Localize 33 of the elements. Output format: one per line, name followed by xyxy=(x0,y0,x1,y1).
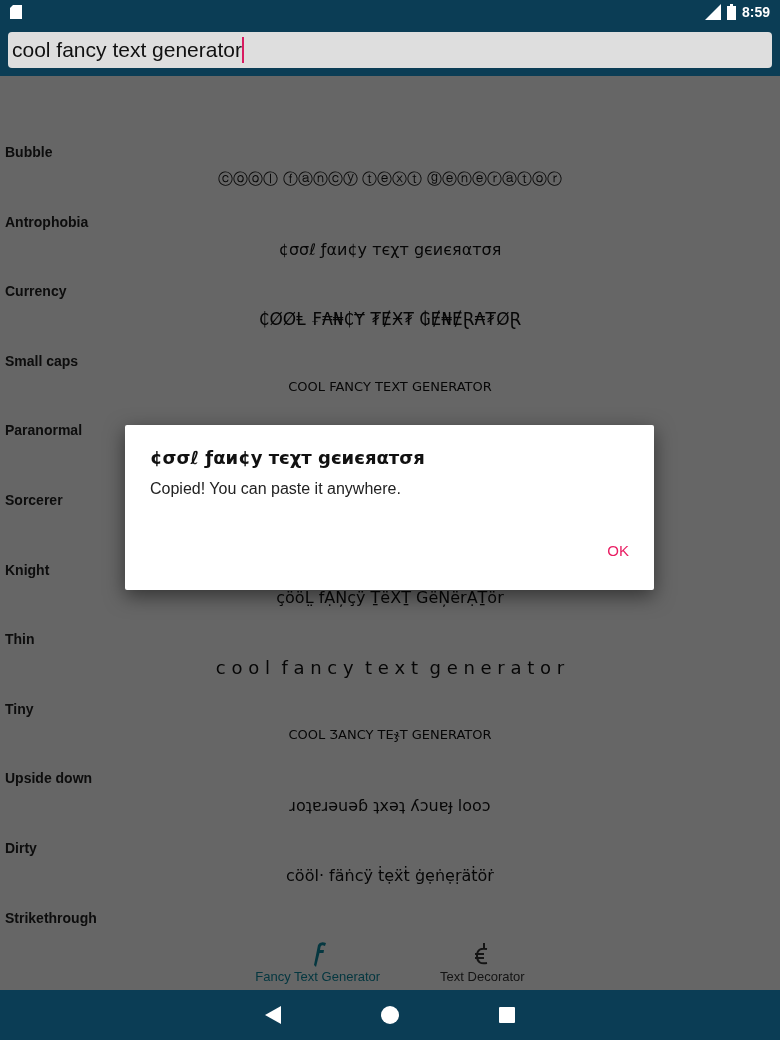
dialog-title: ¢σσℓ ƒαи¢у тєχт gєиєяαтσя xyxy=(150,447,425,468)
style-name: Dirty xyxy=(5,839,37,856)
style-name: Small caps xyxy=(5,352,79,369)
styled-text[interactable]: ¢σσℓ ƒαи¢у тєχт gєиєяαтσя xyxy=(278,239,502,259)
style-name: Thin xyxy=(5,631,35,648)
battery-icon xyxy=(726,4,736,20)
style-name: Knight xyxy=(5,561,50,578)
styled-text[interactable]: ɹoʇɐɹǝuǝɓ ʇxǝʇ ʎɔuɐɟ looɔ xyxy=(289,796,491,816)
styled-text[interactable]: COOL ƷANCY TEჯT GENERATOR xyxy=(288,726,492,742)
styled-text[interactable]: ⓒⓞⓞⓛ ⓕⓐⓝⓒⓨ ⓣⓔⓧⓣ ⓖⓔⓝⓔⓡⓐⓣⓞⓡ xyxy=(217,170,563,189)
style-name: Strikethrough xyxy=(5,909,97,926)
styled-text[interactable]: c o o l f a n c y t e x t g e n e r a t o r xyxy=(215,657,565,679)
style-name: Sorcerer xyxy=(5,491,63,508)
dialog-message: Copied! You can paste it anywhere. xyxy=(150,480,401,498)
styled-text[interactable]: ₵ØØⱠ ₣₳₦₵Ɏ ₮ɆӾ₮ ₲Ɇ₦ɆⱤ₳₮ØⱤ xyxy=(258,309,522,330)
home-icon[interactable] xyxy=(381,1006,399,1024)
bottom-tab[interactable]: Fancy Text Generator xyxy=(255,932,381,990)
signal-icon xyxy=(704,4,721,20)
style-name: Upside down xyxy=(5,770,93,787)
clock: 8:59 xyxy=(741,4,770,20)
style-name: Tiny xyxy=(5,700,34,717)
styled-text[interactable]: cööl· fäṅcÿ ṫẹẍṫ ġẹṅẹṛäṫöṙ xyxy=(286,865,494,885)
back-icon[interactable] xyxy=(265,1006,281,1024)
bottom-tab[interactable]: Text Decorator xyxy=(440,932,525,990)
style-name: Paranormal xyxy=(5,422,83,439)
search-field[interactable]: cool fancy text generator xyxy=(8,32,772,68)
ok-button[interactable]: OK xyxy=(597,536,639,565)
style-name: Bubble xyxy=(5,144,53,160)
sd-card-icon xyxy=(10,5,22,19)
style-name: Antrophobia xyxy=(5,213,89,230)
styled-text[interactable]: COOL FANCY TEXT GENERATOR xyxy=(288,378,492,394)
styled-text[interactable]: çööL̤ fẠŅçÿ ṮëẊṮ GëŅërẠṮör xyxy=(276,587,504,607)
style-name: Currency xyxy=(5,283,67,300)
